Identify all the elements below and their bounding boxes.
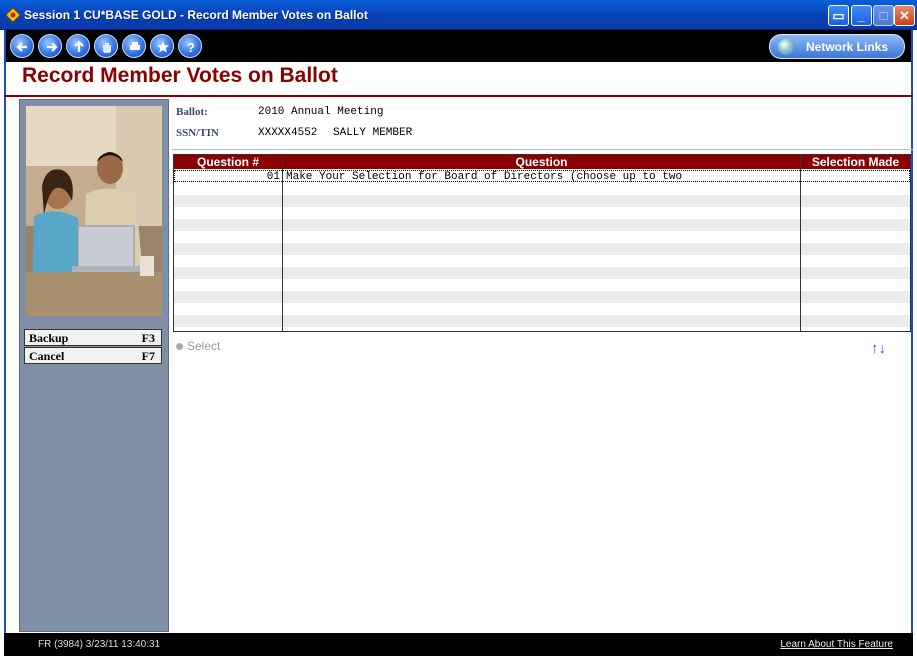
- select-option[interactable]: Select: [176, 339, 220, 353]
- frame-border-left: [4, 30, 6, 634]
- app-icon: [6, 8, 20, 22]
- cancel-button[interactable]: Cancel F7: [24, 347, 162, 364]
- questions-table: Question # Question Selection Made 01 Ma…: [173, 154, 911, 332]
- info-divider: [172, 149, 913, 150]
- learn-about-link[interactable]: Learn About This Feature: [780, 639, 893, 650]
- cell-selection: [804, 171, 909, 183]
- close-button[interactable]: ✕: [894, 5, 915, 26]
- ballot-value: 2010 Annual Meeting: [258, 106, 384, 118]
- network-links-label: Network Links: [806, 40, 889, 54]
- page-title: Record Member Votes on Ballot: [22, 64, 338, 87]
- cancel-key: F7: [141, 349, 155, 363]
- scroll-arrows: ↑↓: [871, 340, 886, 357]
- backup-button[interactable]: Backup F3: [24, 329, 162, 346]
- restore-button[interactable]: ▭: [828, 5, 849, 26]
- heading-divider: [4, 95, 913, 97]
- title-bar: Session 1 CU*BASE GOLD - Record Member V…: [0, 0, 917, 30]
- header-question[interactable]: Question: [283, 155, 800, 169]
- option-dot-icon: [176, 343, 183, 350]
- print-icon[interactable]: [122, 34, 146, 58]
- cell-question-number: 01: [266, 171, 280, 183]
- forward-arrow-icon[interactable]: [38, 34, 62, 58]
- header-question-number[interactable]: Question #: [174, 155, 282, 169]
- status-session-info: FR (3984) 3/23/11 13:40:31: [38, 639, 161, 650]
- ballot-label: Ballot:: [176, 106, 208, 118]
- svg-text:?: ?: [187, 40, 195, 55]
- left-panel: Backup F3 Cancel F7: [19, 99, 169, 632]
- action-list: Backup F3 Cancel F7: [24, 329, 162, 365]
- select-label: Select: [187, 339, 221, 353]
- network-links-button[interactable]: Network Links: [769, 34, 905, 59]
- member-name: SALLY MEMBER: [333, 127, 413, 139]
- scroll-down-icon[interactable]: ↓: [879, 340, 887, 357]
- up-arrow-icon[interactable]: [66, 34, 90, 58]
- scroll-up-icon[interactable]: ↑: [871, 340, 879, 357]
- cell-question: Make Your Selection for Board of Directo…: [286, 171, 683, 183]
- help-icon[interactable]: ?: [178, 34, 202, 58]
- toolbar: ? Network Links: [4, 30, 913, 62]
- status-bar: FR (3984) 3/23/11 13:40:31 Learn About T…: [4, 633, 913, 656]
- hand-icon[interactable]: [94, 34, 118, 58]
- back-arrow-icon[interactable]: [10, 34, 34, 58]
- backup-key: F3: [141, 331, 155, 345]
- backup-label: Backup: [29, 331, 69, 345]
- ssn-value: XXXXX4552: [258, 127, 318, 139]
- column-divider: [800, 155, 801, 331]
- window-title: Session 1 CU*BASE GOLD - Record Member V…: [24, 8, 368, 22]
- cancel-label: Cancel: [29, 349, 65, 363]
- star-icon[interactable]: [150, 34, 174, 58]
- header-selection-made[interactable]: Selection Made: [801, 155, 910, 169]
- column-divider: [282, 155, 283, 331]
- frame-border-right: [911, 30, 913, 634]
- maximize-button: □: [873, 5, 894, 26]
- member-photo: [26, 106, 162, 316]
- globe-icon: [778, 39, 794, 55]
- ssn-label: SSN/TIN: [176, 127, 219, 139]
- minimize-button[interactable]: _: [851, 5, 872, 26]
